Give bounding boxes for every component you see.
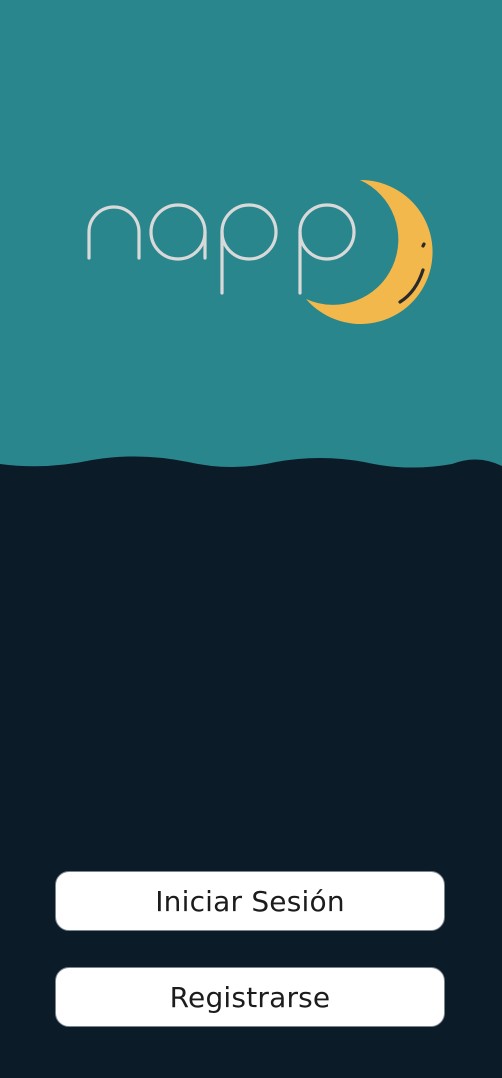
welcome-screen: Iniciar Sesión Registrarse	[0, 0, 502, 1078]
register-button-label: Registrarse	[169, 980, 331, 1014]
login-button[interactable]: Iniciar Sesión	[55, 871, 445, 931]
register-button[interactable]: Registrarse	[55, 967, 445, 1027]
app-logo	[0, 0, 502, 475]
logo-wordmark	[87, 203, 356, 295]
smiling-moon-icon	[306, 179, 433, 324]
login-button-label: Iniciar Sesión	[155, 884, 345, 918]
